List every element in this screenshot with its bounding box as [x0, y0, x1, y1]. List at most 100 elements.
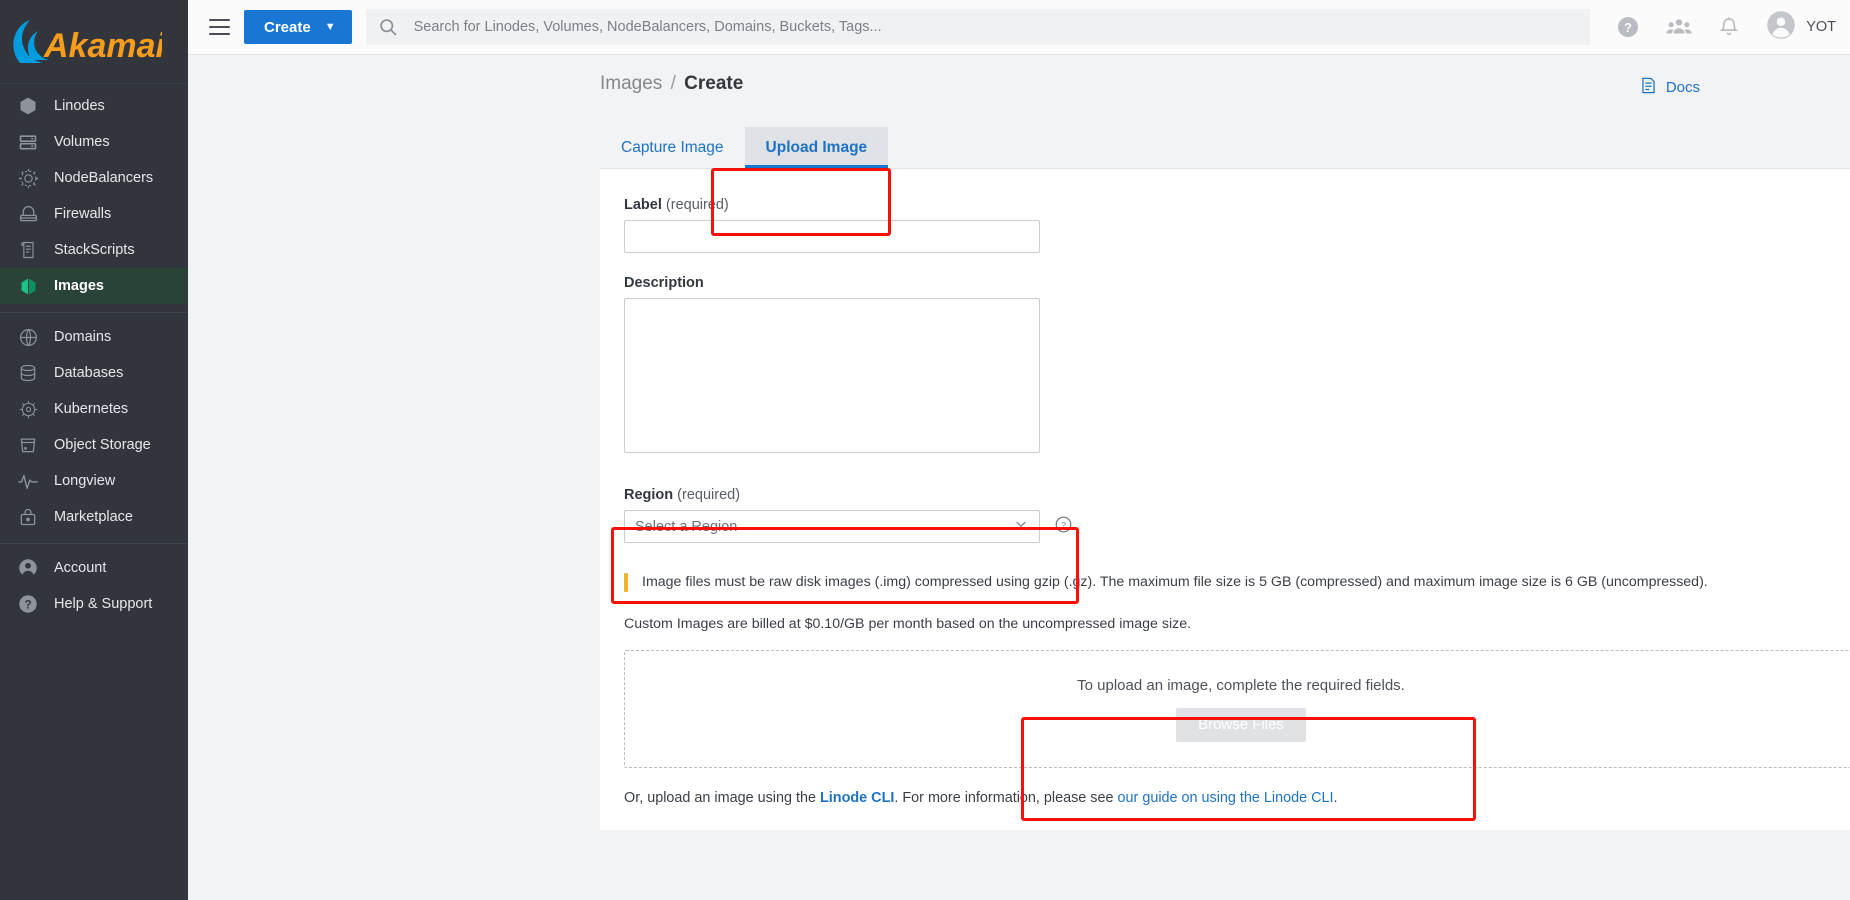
- chevron-down-icon: ▼: [324, 21, 336, 33]
- bucket-icon: [16, 433, 40, 457]
- sidebar-item-label: Kubernetes: [54, 401, 129, 417]
- svg-text:?: ?: [24, 598, 31, 612]
- breadcrumb-current: Create: [684, 73, 744, 94]
- tab-bar: Capture Image Upload Image: [600, 125, 1850, 169]
- main-column: Create ▼ ?: [188, 0, 1850, 900]
- browse-files-button[interactable]: Browse Files: [1176, 707, 1306, 742]
- linode-cloud-manager-app: Akamai Linodes Volumes NodeBalancers Fir…: [0, 0, 1850, 900]
- page-header-row: Images / Create Docs: [188, 55, 1850, 99]
- upload-image-panel: Label (required) Description Region (req…: [600, 169, 1850, 831]
- sidebar-item-label: Marketplace: [54, 509, 133, 525]
- sidebar-item-object-storage[interactable]: Object Storage: [0, 427, 188, 463]
- sidebar-item-label: StackScripts: [54, 242, 135, 258]
- hamburger-icon[interactable]: [202, 10, 236, 44]
- help-question-icon: ?: [16, 592, 40, 616]
- cli-note-middle: . For more information, please see: [894, 790, 1118, 807]
- pulse-icon: [16, 469, 40, 493]
- label-field-required: (required): [665, 197, 729, 213]
- notice-text: Image files must be raw disk images (.im…: [642, 574, 1708, 590]
- sidebar-divider-2: [0, 543, 188, 544]
- region-field-label: Region (required): [624, 487, 1850, 503]
- sidebar-item-label: Databases: [54, 365, 124, 381]
- docs-link[interactable]: Docs: [1639, 76, 1700, 99]
- search-input[interactable]: [411, 18, 1579, 36]
- billing-note: Custom Images are billed at $0.10/GB per…: [624, 616, 1192, 633]
- akamai-logo[interactable]: Akamai: [0, 0, 188, 84]
- sidebar-item-label: Firewalls: [54, 206, 112, 222]
- label-input[interactable]: [624, 220, 1040, 253]
- account-person-icon: [16, 556, 40, 580]
- region-select[interactable]: Select a Region: [624, 510, 1040, 543]
- sidebar-item-marketplace[interactable]: Marketplace: [0, 499, 188, 535]
- region-select-value: Select a Region: [635, 518, 738, 535]
- cli-note-suffix: .: [1333, 790, 1338, 807]
- firewall-icon: [16, 202, 40, 226]
- sidebar-item-linodes[interactable]: Linodes: [0, 88, 188, 124]
- globe-icon: [16, 325, 40, 349]
- sidebar-item-volumes[interactable]: Volumes: [0, 124, 188, 160]
- help-circle-icon[interactable]: ?: [1054, 515, 1073, 539]
- user-menu[interactable]: YOT: [1766, 10, 1836, 45]
- sidebar-item-stackscripts[interactable]: StackScripts: [0, 232, 188, 268]
- label-field-label: Label (required): [624, 197, 1850, 213]
- primary-sidebar: Akamai Linodes Volumes NodeBalancers Fir…: [0, 0, 188, 900]
- content-area: Images / Create Docs Capture Image Uploa…: [188, 55, 1850, 900]
- region-row: Select a Region ?: [624, 510, 1850, 543]
- sidebar-item-images[interactable]: Images: [0, 268, 188, 304]
- nodebalancers-icon: [16, 166, 40, 190]
- upload-form: Label (required) Description Region (req…: [600, 197, 1850, 806]
- tab-capture-image[interactable]: Capture Image: [600, 127, 745, 168]
- sidebar-item-help-support[interactable]: ? Help & Support: [0, 586, 188, 622]
- help-icon[interactable]: ?: [1616, 15, 1640, 39]
- description-field-label-text: Description: [624, 275, 704, 291]
- sidebar-item-domains[interactable]: Domains: [0, 319, 188, 355]
- dropzone-message: To upload an image, complete the require…: [1077, 676, 1405, 694]
- sidebar-item-kubernetes[interactable]: Kubernetes: [0, 391, 188, 427]
- label-field-label-text: Label: [624, 197, 662, 213]
- docs-label: Docs: [1665, 79, 1700, 96]
- breadcrumb: Images / Create: [600, 73, 743, 95]
- tab-upload-image[interactable]: Upload Image: [744, 127, 889, 169]
- sidebar-item-label: Linodes: [54, 98, 105, 114]
- stackscripts-icon: [16, 238, 40, 262]
- file-dropzone[interactable]: To upload an image, complete the require…: [624, 650, 1850, 769]
- sidebar-item-firewalls[interactable]: Firewalls: [0, 196, 188, 232]
- sidebar-divider-1: [0, 312, 188, 313]
- region-field-group: Region (required) Select a Region ?: [624, 475, 1850, 557]
- svg-text:?: ?: [1061, 519, 1066, 529]
- chevron-down-icon: [1013, 516, 1029, 537]
- create-button[interactable]: Create ▼: [244, 10, 352, 44]
- community-icon[interactable]: [1666, 15, 1692, 39]
- tab-label: Upload Image: [765, 138, 868, 156]
- marketplace-bag-icon: [16, 505, 40, 529]
- sidebar-item-account[interactable]: Account: [0, 550, 188, 586]
- sidebar-item-label: Object Storage: [54, 437, 151, 453]
- cli-note: Or, upload an image using the Linode CLI…: [624, 790, 1850, 806]
- sidebar-item-label: NodeBalancers: [54, 170, 154, 186]
- sidebar-item-label: Help & Support: [54, 596, 153, 612]
- top-navigation-bar: Create ▼ ?: [188, 0, 1850, 55]
- sidebar-item-databases[interactable]: Databases: [0, 355, 188, 391]
- tab-label: Capture Image: [621, 138, 724, 156]
- linode-cli-link[interactable]: Linode CLI: [820, 790, 894, 806]
- database-icon: [16, 361, 40, 385]
- description-textarea[interactable]: [624, 298, 1040, 453]
- file-requirements-notice: Image files must be raw disk images (.im…: [624, 573, 1850, 593]
- akamai-logo-icon: Akamai: [13, 19, 162, 65]
- username-label: YOT: [1806, 19, 1836, 35]
- user-avatar-icon: [1766, 10, 1796, 45]
- region-field-label-text: Region: [624, 487, 674, 503]
- sidebar-item-longview[interactable]: Longview: [0, 463, 188, 499]
- breadcrumb-parent[interactable]: Images: [600, 73, 662, 94]
- volumes-icon: [16, 130, 40, 154]
- notifications-bell-icon[interactable]: [1718, 15, 1740, 39]
- topbar-actions: ? YOT: [1616, 10, 1836, 45]
- create-button-label: Create: [264, 18, 311, 36]
- cli-guide-link[interactable]: our guide on using the Linode CLI: [1118, 790, 1334, 806]
- global-search-bar[interactable]: [365, 9, 1591, 45]
- search-icon: [378, 17, 398, 37]
- breadcrumb-separator: /: [670, 73, 676, 94]
- sidebar-item-nodebalancers[interactable]: NodeBalancers: [0, 160, 188, 196]
- region-field-required: (required): [677, 487, 741, 503]
- sidebar-primary-nav: Linodes Volumes NodeBalancers Firewalls …: [0, 84, 188, 622]
